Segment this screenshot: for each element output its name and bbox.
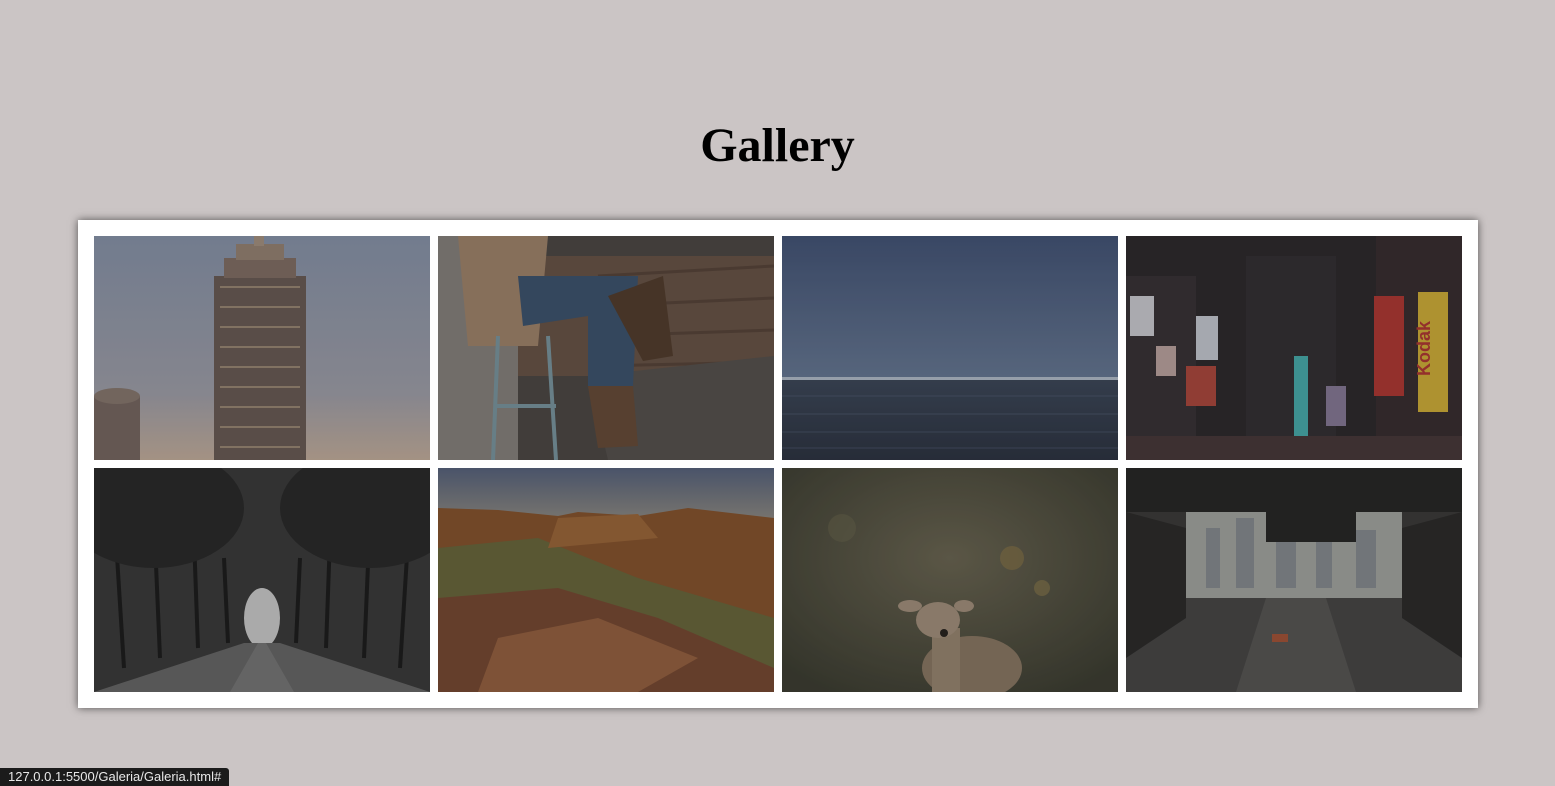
gallery-image-city-underpass[interactable] <box>1126 468 1462 692</box>
person-on-stool-image <box>438 236 774 460</box>
gallery-image-fawn-in-forest[interactable] <box>782 468 1118 692</box>
status-bar-url: 127.0.0.1:5500/Galeria/Galeria.html# <box>0 768 230 786</box>
gallery-image-ocean-horizon[interactable] <box>782 236 1118 460</box>
city-underpass-image <box>1126 468 1462 692</box>
times-square-image: Kodak <box>1126 236 1462 460</box>
fawn-image <box>782 468 1118 692</box>
kodak-sign-text: Kodak <box>1414 320 1434 376</box>
gallery-image-skyscraper[interactable] <box>94 236 430 460</box>
gallery-image-tree-lined-road[interactable] <box>94 468 430 692</box>
ocean-horizon-image <box>782 236 1118 460</box>
gallery-image-person-on-stool[interactable] <box>438 236 774 460</box>
red-rock-canyon-image <box>438 468 774 692</box>
skyscraper-image <box>94 236 430 460</box>
gallery-grid: Kodak <box>78 220 1478 708</box>
gallery-image-red-rock-canyon[interactable] <box>438 468 774 692</box>
gallery-image-times-square-kodak[interactable]: Kodak <box>1126 236 1462 460</box>
tree-lined-road-image <box>94 468 430 692</box>
page-title: Gallery <box>700 119 855 172</box>
